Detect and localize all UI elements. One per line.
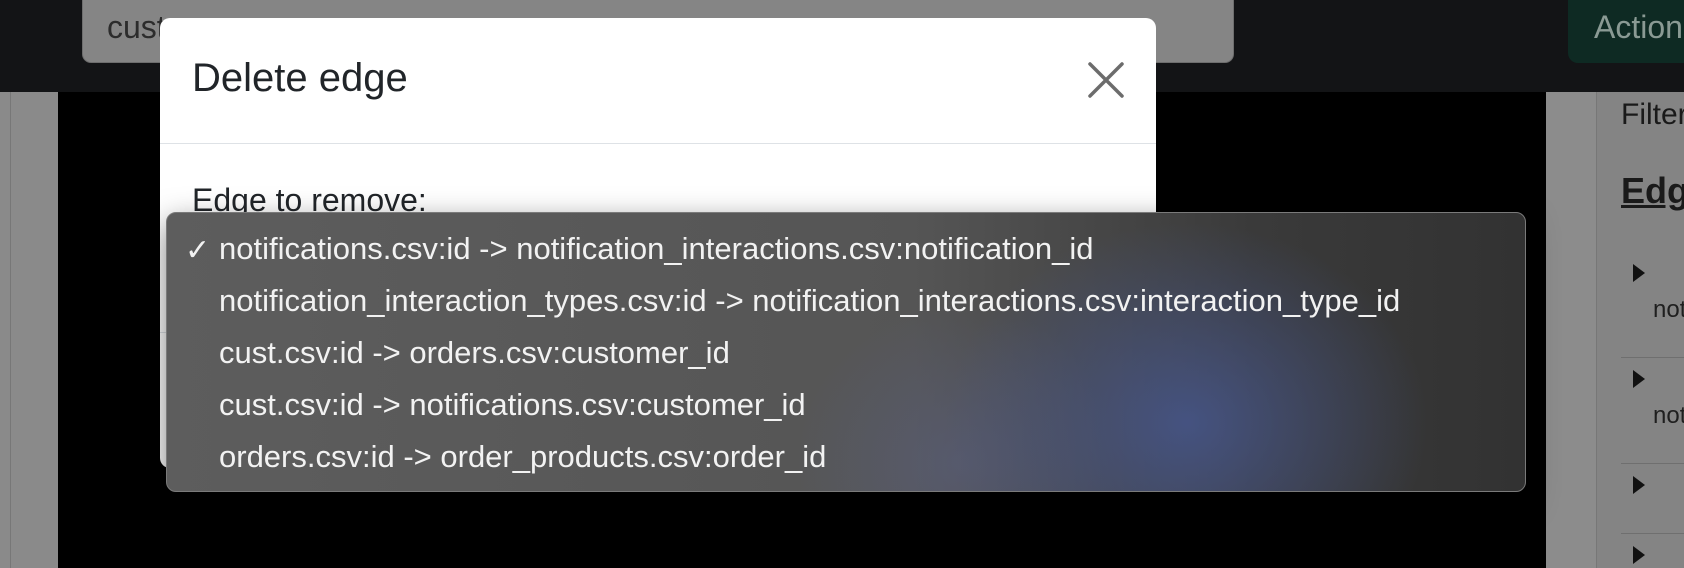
modal-header: Delete edge — [160, 18, 1156, 144]
caret-right-icon[interactable] — [1633, 264, 1645, 282]
left-rail — [0, 92, 58, 568]
modal-title: Delete edge — [192, 56, 408, 100]
caret-right-icon[interactable] — [1633, 546, 1645, 564]
edge-row-text: not — [1653, 402, 1684, 429]
dropdown-option[interactable]: cust.csv:id -> notifications.csv:custome… — [219, 387, 806, 423]
edge-row[interactable] — [1621, 464, 1684, 534]
caret-right-icon[interactable] — [1633, 370, 1645, 388]
dropdown-option[interactable]: cust.csv:id -> orders.csv:customer_id — [219, 335, 730, 371]
close-icon[interactable] — [1086, 60, 1126, 100]
caret-right-icon[interactable] — [1633, 476, 1645, 494]
dropdown-option[interactable]: orders.csv:id -> order_products.csv:orde… — [219, 439, 826, 475]
left-rail-divider — [10, 92, 11, 568]
filter-label: Filter — [1621, 98, 1684, 131]
edge-select-dropdown[interactable]: ✓ notifications.csv:id -> notification_i… — [166, 212, 1526, 492]
edges-panel: Filter Edges not not — [1596, 92, 1684, 568]
actions-button[interactable]: Actions — [1568, 0, 1684, 63]
edges-heading: Edges — [1621, 170, 1684, 211]
right-gutter — [1546, 92, 1596, 568]
edge-row-text: not — [1653, 296, 1684, 323]
dropdown-option[interactable]: notifications.csv:id -> notification_int… — [219, 231, 1093, 267]
checkmark-icon: ✓ — [185, 234, 211, 267]
dropdown-option[interactable]: notification_interaction_types.csv:id ->… — [219, 283, 1400, 319]
